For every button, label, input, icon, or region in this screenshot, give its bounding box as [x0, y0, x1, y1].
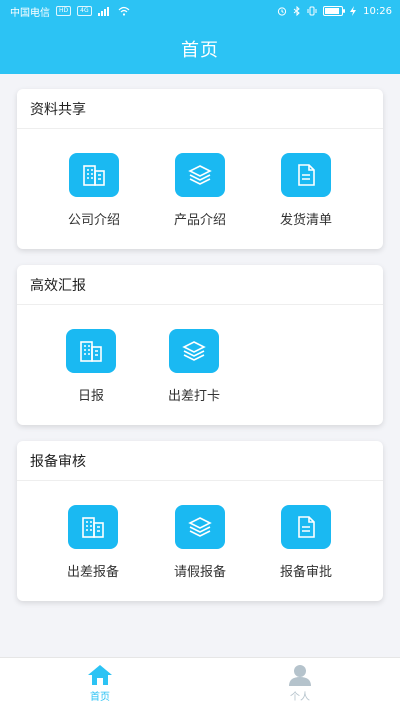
daily-report-button[interactable]: 日报	[41, 329, 141, 404]
company-intro-button[interactable]: 公司介绍	[44, 153, 144, 228]
tile-label: 公司介绍	[67, 213, 120, 228]
app-header: 中国电信 HD 4G 10:26 首页	[0, 0, 400, 74]
charging-icon	[350, 6, 357, 16]
tile-grid: 出差报备 请假报备 报备审批	[17, 481, 383, 601]
home-icon	[88, 665, 112, 685]
tab-home[interactable]: 首页	[60, 664, 140, 703]
trip-filing-button[interactable]: 出差报备	[43, 505, 143, 580]
vibrate-icon	[307, 6, 317, 16]
tile-label: 日报	[77, 389, 104, 404]
network-badge: 4G	[77, 6, 92, 16]
alarm-icon	[278, 7, 287, 16]
tile-label: 出差打卡	[167, 389, 220, 404]
shipping-list-button[interactable]: 发货清单	[256, 153, 356, 228]
tile-label: 发货清单	[279, 213, 332, 228]
leave-filing-button[interactable]: 请假报备	[150, 505, 250, 580]
page-title: 首页	[181, 40, 219, 61]
building-icon	[68, 505, 118, 549]
building-icon	[66, 329, 116, 373]
section-title: 资料共享	[17, 89, 383, 129]
section-title: 报备审核	[17, 441, 383, 481]
trip-checkin-button[interactable]: 出差打卡	[144, 329, 244, 404]
product-intro-button[interactable]: 产品介绍	[150, 153, 250, 228]
tile-grid: 公司介绍 产品介绍 发货清单	[17, 129, 383, 249]
person-icon	[289, 665, 311, 686]
tile-label: 产品介绍	[173, 213, 226, 228]
signal-icon	[97, 7, 109, 16]
section-card-resources: 资料共享 公司介绍 产品介绍 发货清单	[17, 89, 383, 249]
layers-icon	[169, 329, 219, 373]
document-icon	[281, 505, 331, 549]
bluetooth-icon	[293, 6, 300, 16]
tab-label: 首页	[90, 692, 110, 703]
hd-badge: HD	[56, 6, 72, 16]
battery-icon	[323, 6, 346, 16]
status-time: 10:26	[363, 5, 392, 17]
tile-label: 报备审批	[279, 565, 332, 580]
section-card-approvals: 报备审核 出差报备 请假报备 报备审批	[17, 441, 383, 601]
tab-label: 个人	[290, 692, 310, 703]
status-right: 10:26	[277, 6, 392, 17]
document-icon	[281, 153, 331, 197]
tile-label: 请假报备	[173, 565, 226, 580]
bottom-tab-bar: 首页 个人	[0, 657, 400, 711]
filing-approval-button[interactable]: 报备审批	[256, 505, 356, 580]
section-title: 高效汇报	[17, 265, 383, 305]
carrier-name: 中国电信	[10, 7, 50, 19]
building-icon	[69, 153, 119, 197]
status-left: 中国电信 HD 4G	[10, 4, 130, 19]
tile-label: 出差报备	[66, 565, 119, 580]
layers-icon	[175, 153, 225, 197]
section-card-reports: 高效汇报 日报 出差打卡	[17, 265, 383, 425]
status-bar: 中国电信 HD 4G 10:26	[0, 0, 400, 22]
wifi-icon	[118, 6, 130, 16]
tab-personal[interactable]: 个人	[260, 664, 340, 703]
layers-icon	[175, 505, 225, 549]
tile-grid: 日报 出差打卡	[17, 305, 383, 425]
